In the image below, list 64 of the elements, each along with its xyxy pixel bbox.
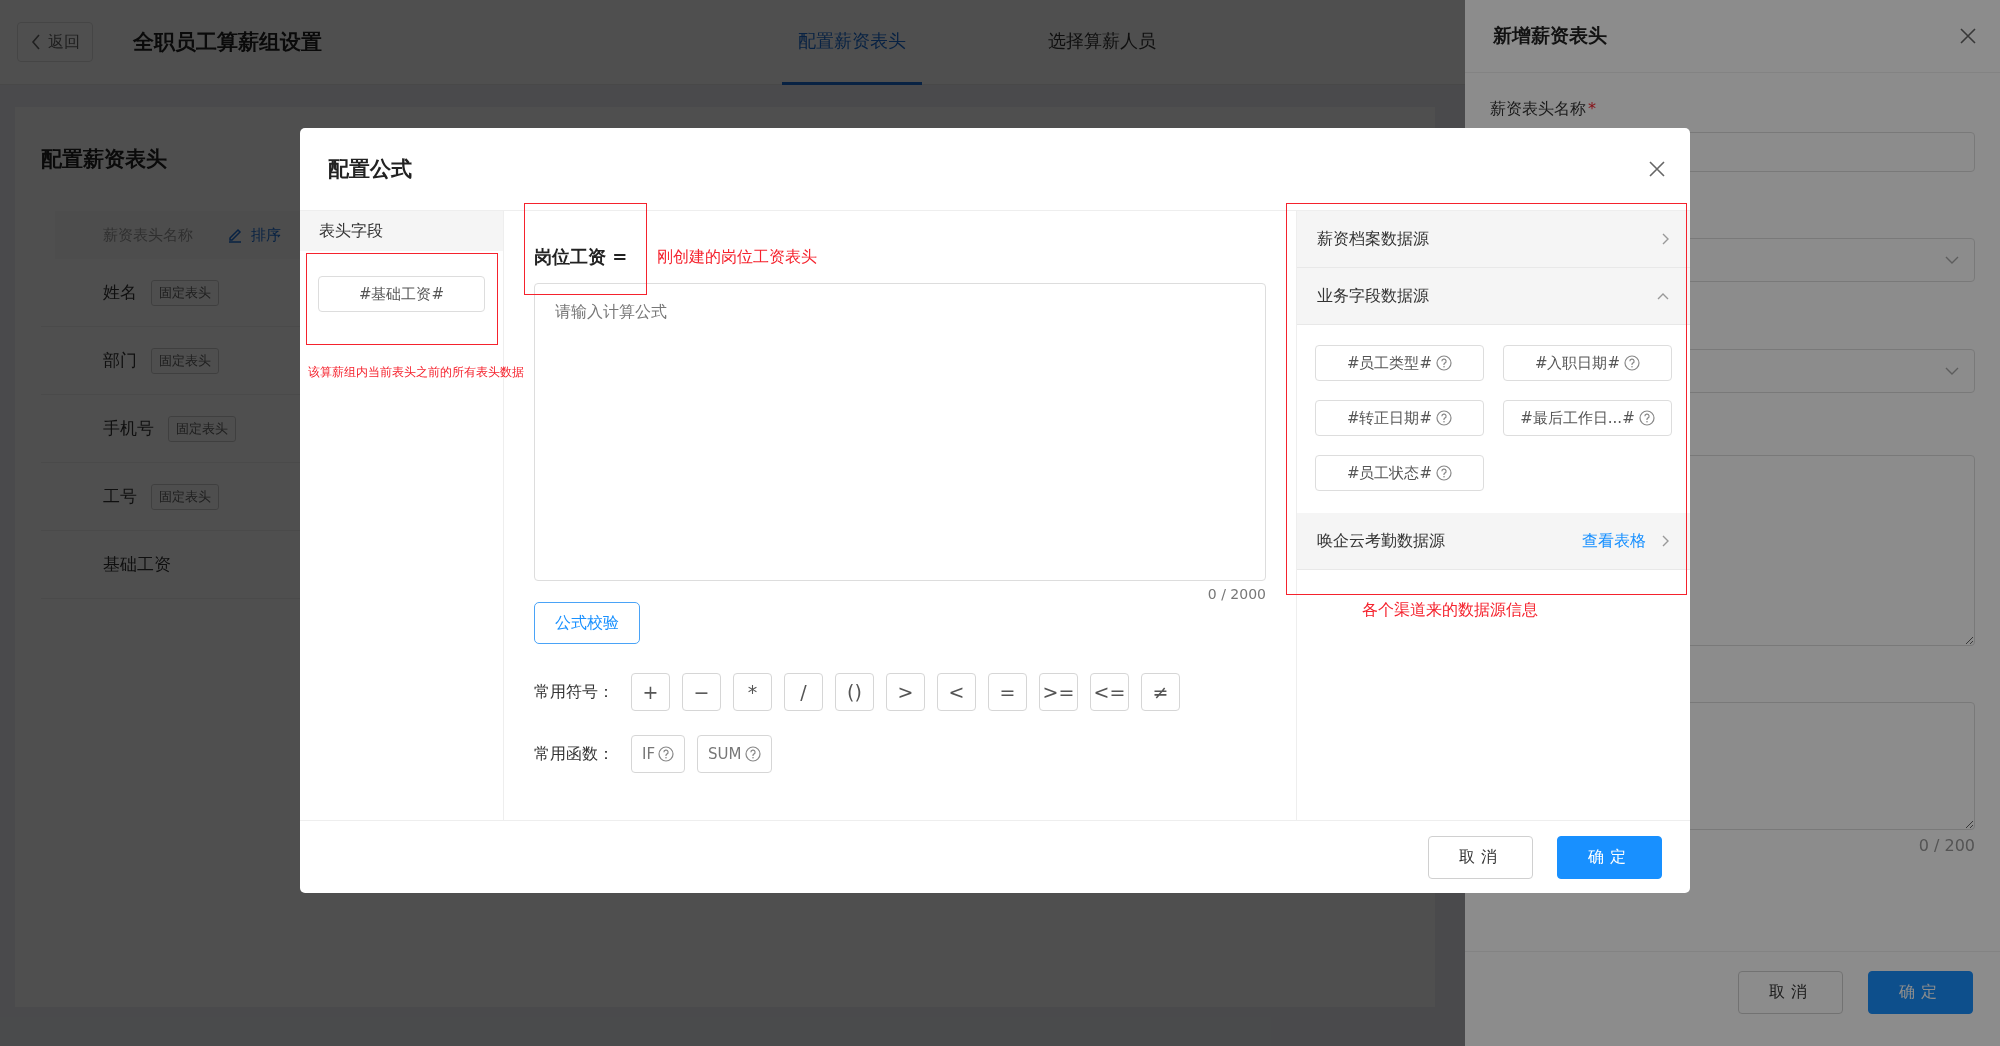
close-icon[interactable] (1647, 159, 1667, 179)
functions-label: 常用函数： (534, 743, 615, 765)
source-header[interactable]: 业务字段数据源 (1297, 268, 1690, 325)
source-header[interactable]: 薪资档案数据源 (1297, 211, 1690, 268)
source-title: 薪资档案数据源 (1317, 228, 1430, 250)
help-icon (658, 746, 675, 762)
field-chip[interactable]: #转正日期# (1315, 400, 1484, 436)
table-cell: 基础工资 (103, 553, 171, 576)
section-title: 配置薪资表头 (41, 146, 167, 173)
symbol-button[interactable]: + (631, 673, 670, 711)
chevron-right-icon (1660, 534, 1670, 548)
field-chip[interactable]: #入职日期# (1503, 345, 1672, 381)
char-counter: 0 / 2000 (1207, 586, 1266, 602)
symbol-button[interactable]: − (682, 673, 721, 711)
close-icon[interactable] (1958, 26, 1978, 46)
annotation-note: 各个渠道来的数据源信息 (1362, 600, 1539, 621)
chevron-down-icon (1944, 366, 1960, 376)
help-icon (744, 746, 761, 762)
source-title: 唤企云考勤数据源 (1317, 530, 1446, 552)
source-title: 业务字段数据源 (1317, 285, 1430, 307)
help-icon (1436, 465, 1453, 481)
field-chip[interactable]: #员工状态# (1315, 455, 1484, 491)
symbol-button[interactable]: <= (1090, 673, 1129, 711)
field-chip[interactable]: #员工类型# (1315, 345, 1484, 381)
cancel-button[interactable]: 取消 (1428, 835, 1533, 879)
formula-input[interactable]: 请输入计算公式 (534, 283, 1266, 581)
edit-icon (227, 227, 243, 243)
symbol-button[interactable]: < (937, 673, 976, 711)
annotation-note: 该算薪组内当前表头之前的所有表头数据 (308, 364, 524, 381)
chevron-right-icon (1660, 232, 1670, 246)
drawer-title: 新增薪资表头 (1493, 23, 1607, 48)
function-button[interactable]: SUM (697, 735, 772, 773)
page-title: 全职员工算薪组设置 (133, 29, 322, 56)
symbol-button[interactable]: * (733, 673, 772, 711)
symbol-button[interactable]: > (886, 673, 925, 711)
table-cell: 手机号 (103, 417, 154, 440)
symbol-button[interactable]: ≠ (1141, 673, 1180, 711)
chevron-left-icon (30, 33, 42, 51)
required-mark: * (1588, 99, 1596, 118)
field-chip[interactable]: #基础工资# (318, 276, 485, 312)
function-button[interactable]: IF (631, 735, 686, 773)
chevron-up-icon (1656, 291, 1670, 301)
table-cell: 工号 (103, 485, 137, 508)
dialog-title: 配置公式 (328, 156, 412, 183)
column-header: 表头字段 (300, 211, 503, 251)
formula-label: 岗位工资 = (534, 245, 628, 269)
chevron-down-icon (1944, 255, 1960, 265)
symbol-button[interactable]: / (784, 673, 823, 711)
symbol-button[interactable]: = (988, 673, 1027, 711)
help-icon (1638, 410, 1655, 426)
cancel-button[interactable]: 取消 (1738, 970, 1843, 1014)
table-cell: 姓名 (103, 281, 137, 304)
symbols-label: 常用符号： (534, 681, 615, 703)
source-header[interactable]: 唤企云考勤数据源 查看表格 (1297, 513, 1690, 570)
help-icon (1624, 355, 1641, 371)
help-icon (1436, 410, 1453, 426)
symbol-button[interactable]: () (835, 673, 874, 711)
field-chip[interactable]: #最后工作日...# (1503, 400, 1672, 436)
annotation-note: 刚创建的岗位工资表头 (657, 246, 818, 268)
table-cell: 部门 (103, 349, 137, 372)
help-icon (1436, 355, 1453, 371)
field-label: 薪资表头名称 (1490, 99, 1586, 118)
char-counter: 0 / 200 (1918, 836, 1975, 855)
symbol-button[interactable]: >= (1039, 673, 1078, 711)
